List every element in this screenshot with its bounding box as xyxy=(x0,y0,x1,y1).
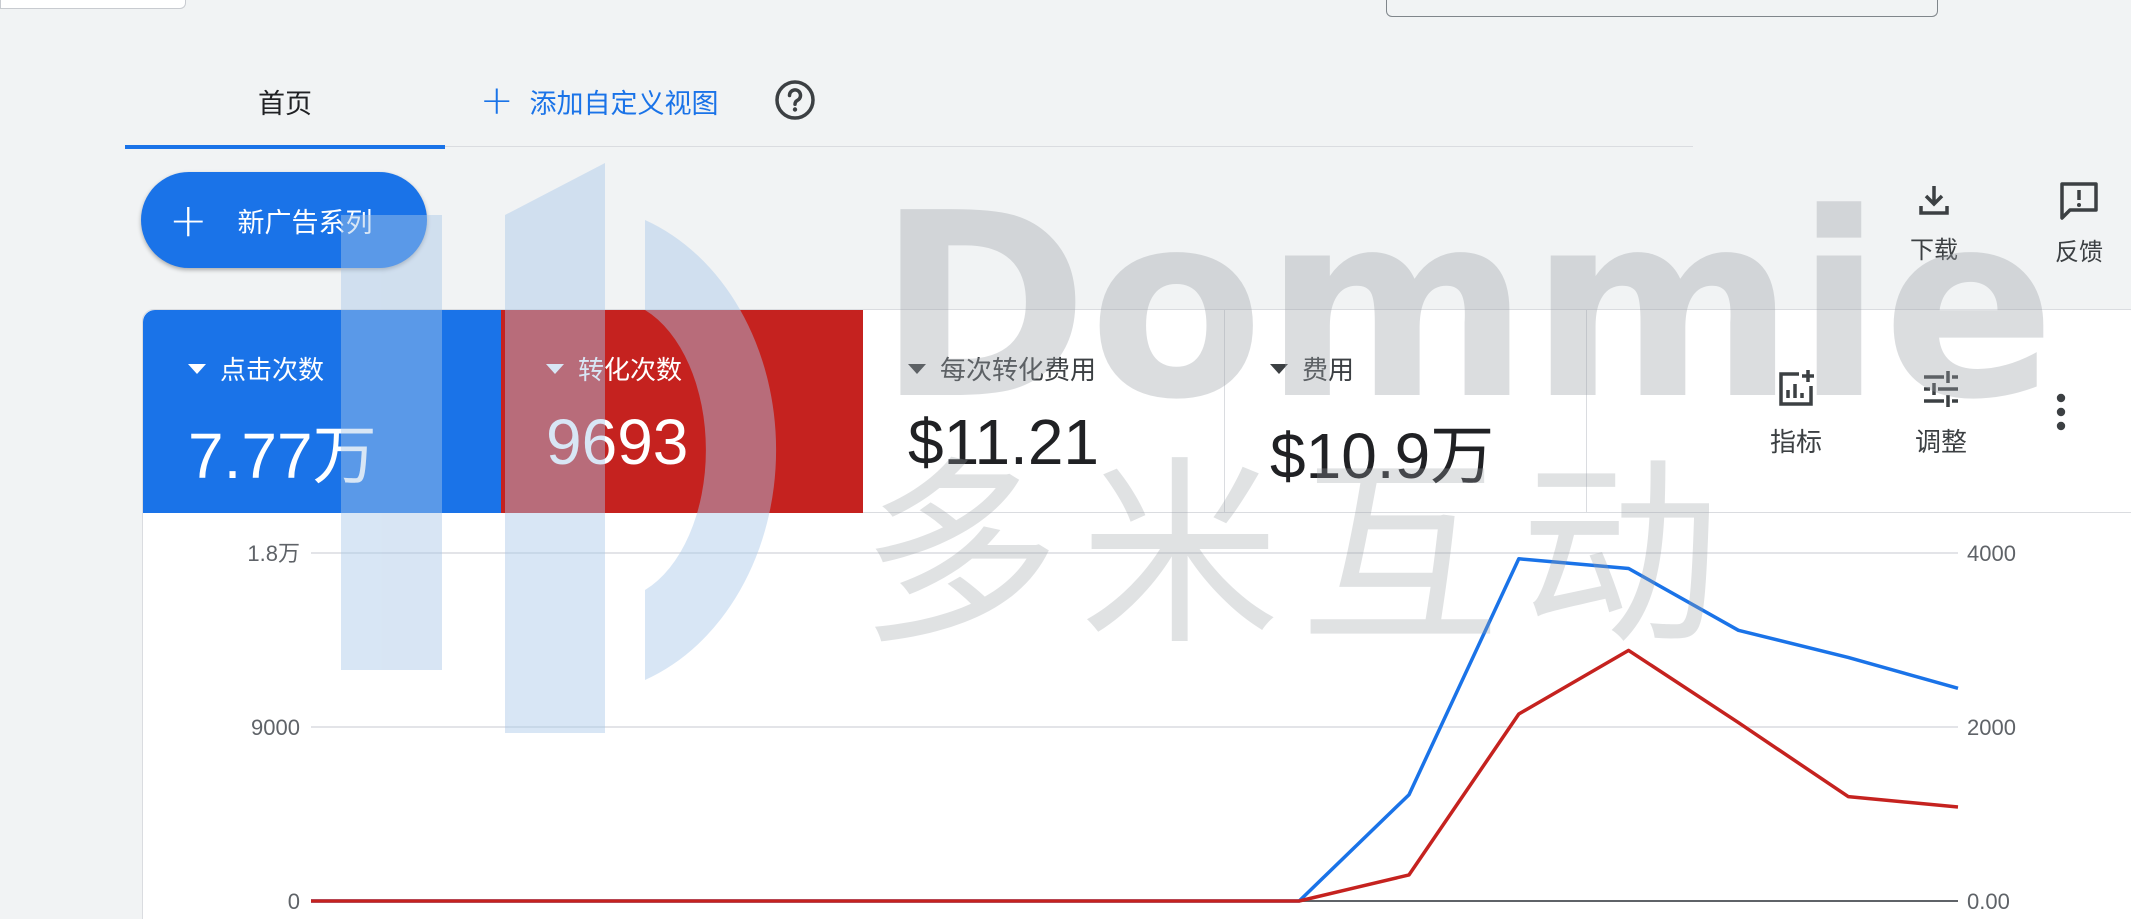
series-line-conversions xyxy=(311,648,1959,903)
series-line-clicks xyxy=(311,557,1959,903)
y-right-tick-label: 0.00 xyxy=(1967,889,2010,914)
y-right-tick-label: 4000 xyxy=(1967,541,2016,566)
y-left-tick-label: 0 xyxy=(288,889,300,914)
y-left-tick-label: 9000 xyxy=(251,715,300,740)
y-right-tick-label: 2000 xyxy=(1967,715,2016,740)
performance-chart: 1.8万 4000 9000 2000 0 0.00 xyxy=(247,541,2016,914)
y-left-tick-label: 1.8万 xyxy=(247,541,300,566)
